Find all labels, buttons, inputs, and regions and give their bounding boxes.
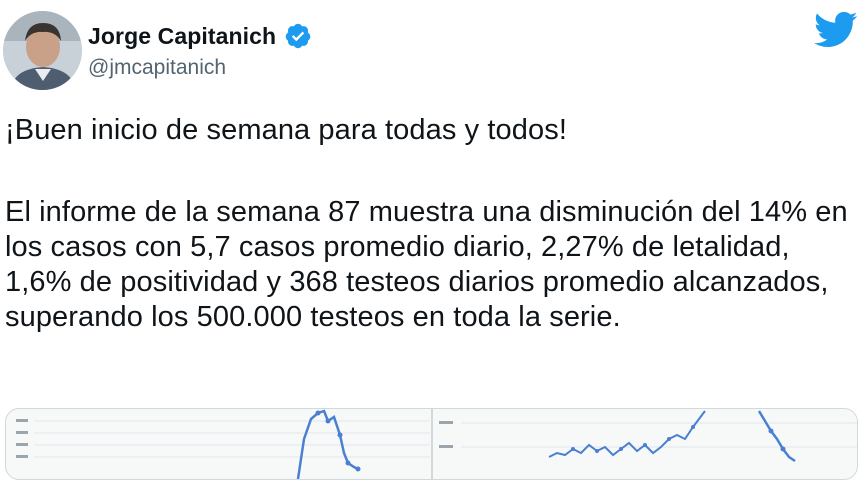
avatar-photo	[3, 11, 82, 90]
verified-badge-icon	[285, 23, 311, 49]
author-display-name[interactable]: Jorge Capitanich	[88, 23, 276, 50]
author-name-row[interactable]: Jorge Capitanich	[88, 22, 312, 50]
media-image-right[interactable]	[432, 409, 857, 479]
tweet-paragraph: El informe de la semana 87 muestra una d…	[5, 196, 848, 333]
tweet-text: ¡Buen inicio de semana para todas y todo…	[5, 113, 855, 335]
avatar[interactable]	[3, 11, 82, 90]
tweet-header: Jorge Capitanich @jmcapitanich	[0, 0, 860, 100]
media-image-left[interactable]	[6, 409, 431, 479]
tweet-media-grid[interactable]	[5, 408, 858, 480]
chart-thumbnail-left	[16, 409, 430, 479]
tweet-paragraph: ¡Buen inicio de semana para todas y todo…	[5, 114, 567, 146]
paragraph-spacer	[5, 148, 855, 195]
author-handle[interactable]: @jmcapitanich	[88, 56, 226, 80]
twitter-bird-icon[interactable]	[814, 11, 858, 49]
chart-thumbnail-right	[438, 410, 857, 463]
